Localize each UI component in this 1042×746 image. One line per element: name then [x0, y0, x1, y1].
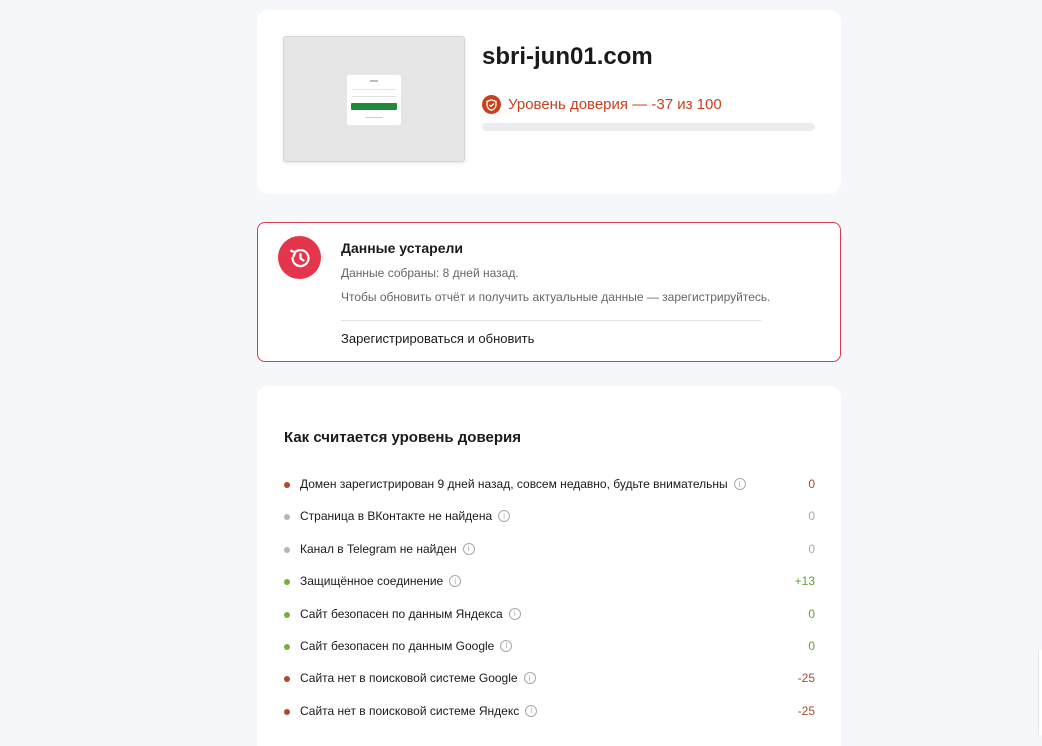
factor-row: Домен зарегистрирован 9 дней назад, совс…: [284, 477, 815, 509]
factors-title: Как считается уровень доверия: [284, 429, 521, 446]
factor-row: Защищённое соединение i +13: [284, 574, 815, 606]
site-summary-card: sbri-jun01.com Уровень доверия — -37 из …: [257, 10, 841, 194]
factor-score: 0: [808, 477, 815, 491]
domain-title: sbri-jun01.com: [482, 43, 653, 70]
site-screenshot-thumbnail[interactable]: [283, 36, 465, 162]
status-dot: [284, 579, 290, 586]
factor-label: Сайта нет в поисковой системе Яндекс: [300, 703, 520, 718]
trust-level: Уровень доверия — -37 из 100: [482, 95, 722, 114]
status-dot: [284, 546, 290, 553]
trust-level-label: Уровень доверия — -37 из 100: [508, 96, 722, 113]
outdated-title: Данные устарели: [341, 240, 464, 256]
factor-label: Сайт безопасен по данным Яндекса: [300, 606, 503, 621]
outdated-data-notice: Данные устарели Данные собраны: 8 дней н…: [257, 222, 841, 362]
factor-list: Домен зарегистрирован 9 дней назад, совс…: [284, 477, 815, 736]
register-and-update-link[interactable]: Зарегистрироваться и обновить: [341, 331, 534, 346]
trust-level-bar: [482, 123, 815, 131]
page-edge-widget: [1038, 650, 1042, 735]
factor-row: Сайт безопасен по данным Google i 0: [284, 639, 815, 671]
factor-score: -25: [797, 703, 815, 718]
status-dot: [284, 708, 290, 715]
factor-label: Сайт безопасен по данным Google: [300, 638, 495, 653]
factor-score: 0: [808, 509, 815, 524]
factor-score: 0: [808, 606, 815, 621]
status-dot: [284, 482, 290, 488]
info-icon[interactable]: i: [500, 639, 513, 652]
factor-score: -25: [797, 671, 815, 686]
factor-label: Защищённое соединение: [300, 574, 444, 589]
status-dot: [284, 676, 290, 683]
factor-score: +13: [794, 574, 815, 589]
factor-label: Страница в ВКонтакте не найдена: [300, 509, 493, 524]
collected-date-text: Данные собраны: 8 дней назад.: [341, 266, 519, 280]
status-dot: [284, 611, 290, 618]
factor-label: Домен зарегистрирован 9 дней назад, совс…: [300, 477, 728, 491]
status-dot: [284, 643, 290, 650]
factor-row: Сайта нет в поисковой системе Яндекс i -25: [284, 704, 815, 736]
status-dot: [284, 514, 290, 521]
trust-factors-card: Как считается уровень доверия Домен заре…: [257, 386, 841, 746]
thumbnail-login-form: [347, 75, 401, 125]
info-icon[interactable]: i: [523, 672, 536, 685]
factor-row: Страница в ВКонтакте не найдена i 0: [284, 509, 815, 541]
factor-score: 0: [808, 638, 815, 653]
info-icon[interactable]: i: [525, 704, 538, 717]
factor-row: Канал в Telegram не найден i 0: [284, 542, 815, 574]
shield-icon: [482, 95, 501, 114]
register-hint-text: Чтобы обновить отчёт и получить актуальн…: [341, 290, 771, 304]
info-icon[interactable]: i: [508, 607, 521, 620]
info-icon[interactable]: i: [449, 575, 462, 588]
factor-row: Сайта нет в поисковой системе Google i -25: [284, 671, 815, 703]
divider: [341, 320, 761, 321]
factor-row: Сайт безопасен по данным Яндекса i 0: [284, 607, 815, 639]
info-icon[interactable]: i: [498, 510, 511, 523]
info-icon[interactable]: i: [462, 542, 475, 555]
factor-label: Сайта нет в поисковой системе Google: [300, 671, 518, 686]
factor-label: Канал в Telegram не найден: [300, 541, 457, 556]
info-icon[interactable]: i: [733, 478, 746, 490]
factor-score: 0: [808, 541, 815, 556]
history-clock-icon: [278, 236, 321, 279]
